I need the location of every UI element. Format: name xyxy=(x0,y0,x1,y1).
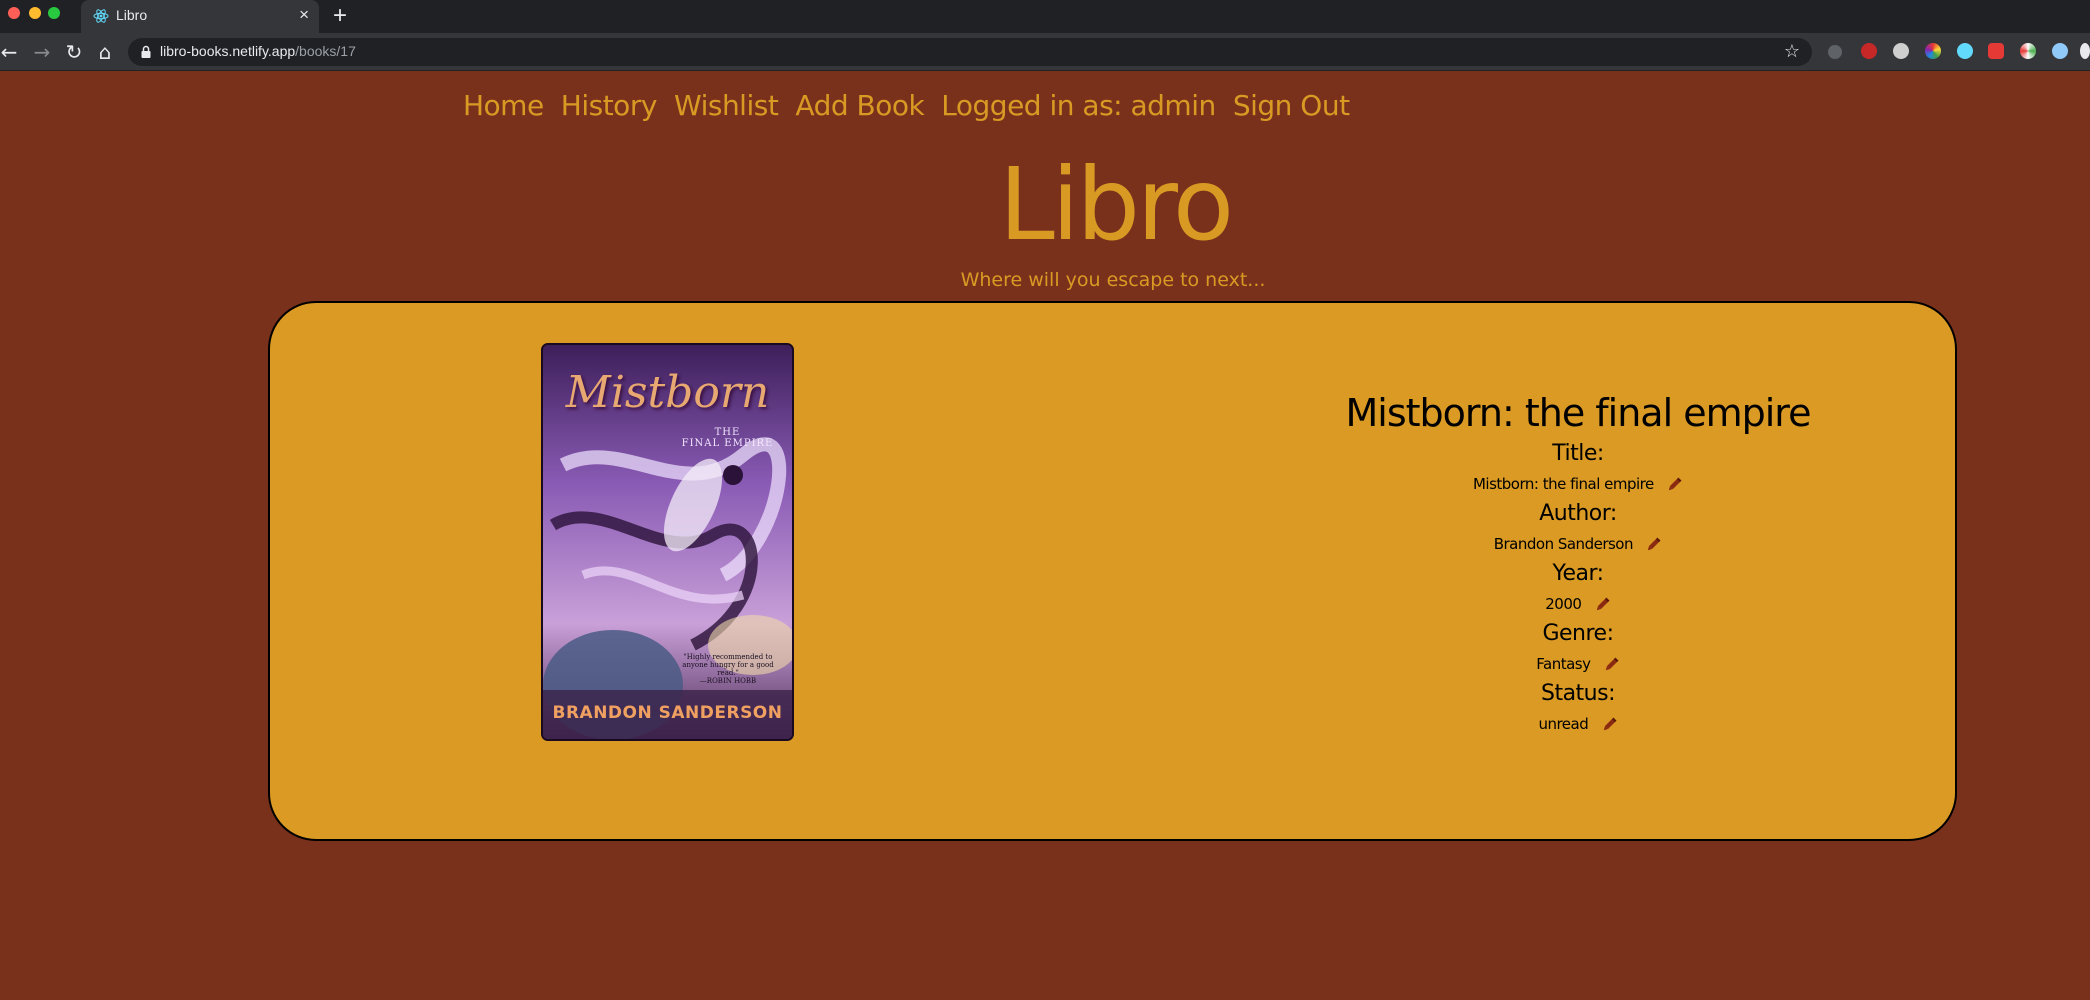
tab-close-icon[interactable]: × xyxy=(299,5,309,25)
year-value: 2000 xyxy=(1545,595,1582,613)
tab-title: Libro xyxy=(116,7,148,23)
genre-row: Fantasy xyxy=(1148,649,2008,679)
cover-subtitle-line: THE xyxy=(714,427,741,438)
cover-title: Mistborn xyxy=(565,367,770,418)
new-tab-button[interactable]: + xyxy=(333,2,347,30)
edit-year-pencil-icon[interactable] xyxy=(1594,596,1611,613)
lock-icon xyxy=(141,45,151,58)
book-cover-image: Mistborn THE FINAL EMPIRE "Highly recomm… xyxy=(541,343,794,741)
back-icon[interactable]: ← xyxy=(0,40,21,64)
edit-author-pencil-icon[interactable] xyxy=(1645,536,1662,553)
minimize-window-button[interactable] xyxy=(29,7,41,19)
edit-title-pencil-icon[interactable] xyxy=(1666,476,1683,493)
title-label: Title: xyxy=(1552,441,1604,466)
book-heading: Mistborn: the final empire xyxy=(1345,391,1812,435)
year-row: 2000 xyxy=(1148,589,2008,619)
extension-palette-icon[interactable] xyxy=(2020,43,2036,59)
book-info: Mistborn: the final empire Title: Mistbo… xyxy=(1148,391,2008,739)
home-icon[interactable]: ⌂ xyxy=(93,40,117,64)
nav-logged-in-user: Logged in as: admin xyxy=(941,89,1216,122)
nav-sign-out[interactable]: Sign Out xyxy=(1233,89,1350,122)
cover-subtitle: THE FINAL EMPIRE xyxy=(543,427,792,449)
extension-react-icon[interactable] xyxy=(1957,43,1973,59)
site-logo: Libro xyxy=(998,146,1234,263)
author-label: Author: xyxy=(1539,501,1617,526)
cover-author: BRANDON SANDERSON xyxy=(552,703,783,723)
main-nav: Home History Wishlist Add Book Logged in… xyxy=(463,89,1362,122)
url-host: libro-books.netlify.app xyxy=(160,43,296,59)
bookmark-star-icon[interactable]: ☆ xyxy=(1784,41,1800,62)
extension-color-icon[interactable] xyxy=(1925,43,1941,59)
status-value: unread xyxy=(1538,715,1589,733)
nav-history[interactable]: History xyxy=(561,89,658,122)
cover-quote-line: "Highly recommended to xyxy=(683,653,773,661)
edit-genre-pencil-icon[interactable] xyxy=(1603,656,1620,673)
extension-profile-icon[interactable] xyxy=(2052,43,2068,59)
react-icon xyxy=(93,9,109,23)
book-detail-card: Mistborn THE FINAL EMPIRE "Highly recomm… xyxy=(268,301,1957,841)
nav-wishlist[interactable]: Wishlist xyxy=(674,89,779,122)
cover-quote: "Highly recommended to anyone hungry for… xyxy=(673,653,783,685)
extension-recorder-icon[interactable] xyxy=(1988,43,2004,59)
url-path: /books/17 xyxy=(295,43,356,59)
year-label: Year: xyxy=(1552,561,1604,586)
extension-ublock-icon[interactable] xyxy=(1861,43,1877,59)
address-bar[interactable]: libro-books.netlify.app/books/17 ☆ xyxy=(128,38,1812,66)
nav-add-book[interactable]: Add Book xyxy=(795,89,924,122)
author-row: Brandon Sanderson xyxy=(1148,529,2008,559)
cover-quote-line: anyone hungry for a good read." xyxy=(682,661,774,677)
genre-value: Fantasy xyxy=(1536,655,1591,673)
reload-icon[interactable]: ↻ xyxy=(62,40,86,64)
browser-toolbar: ← → ↻ ⌂ libro-books.netlify.app/books/17… xyxy=(0,33,2090,71)
status-label: Status: xyxy=(1540,681,1616,706)
nav-home[interactable]: Home xyxy=(463,89,544,122)
edit-status-pencil-icon[interactable] xyxy=(1601,716,1618,733)
cover-quote-author: —ROBIN HOBB xyxy=(699,677,757,685)
status-row: unread xyxy=(1148,709,2008,739)
browser-tab[interactable]: Libro × xyxy=(81,0,319,33)
author-value: Brandon Sanderson xyxy=(1493,535,1634,553)
extension-ghost-icon[interactable] xyxy=(1893,43,1909,59)
title-row: Mistborn: the final empire xyxy=(1148,469,2008,499)
browser-tab-bar: Libro × + xyxy=(0,0,2090,33)
maximize-window-button[interactable] xyxy=(48,7,60,19)
title-value: Mistborn: the final empire xyxy=(1472,475,1654,493)
genre-label: Genre: xyxy=(1542,621,1614,646)
extension-clock-icon[interactable] xyxy=(1828,45,1842,59)
forward-icon[interactable]: → xyxy=(30,40,54,64)
cover-subtitle-line: FINAL EMPIRE xyxy=(681,438,774,449)
page: Home History Wishlist Add Book Logged in… xyxy=(0,71,2090,1000)
site-tagline: Where will you escape to next... xyxy=(960,269,1266,291)
extensions-puzzle-icon[interactable] xyxy=(2080,43,2090,59)
close-window-button[interactable] xyxy=(8,7,20,19)
url-text: libro-books.netlify.app/books/17 xyxy=(160,43,356,59)
